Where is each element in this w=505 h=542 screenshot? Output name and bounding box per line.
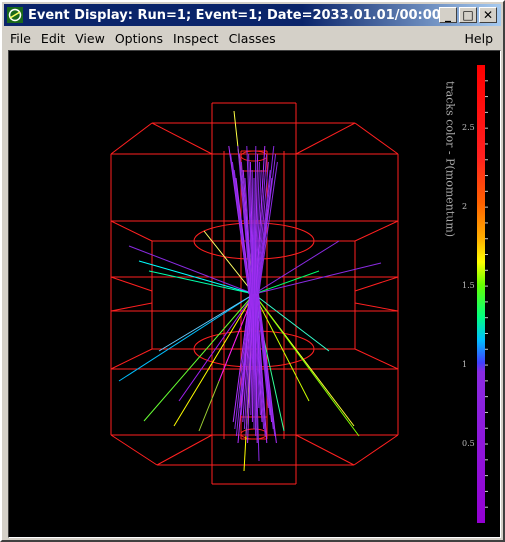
- scale-label-1: 1: [462, 360, 468, 370]
- detector-edge: [354, 220, 399, 242]
- particle-track: [253, 270, 320, 295]
- detector-edge: [295, 122, 356, 155]
- detector-edge: [354, 348, 399, 370]
- particle-track: [158, 293, 255, 352]
- close-button[interactable]: ✕: [479, 7, 497, 23]
- menu-file[interactable]: File: [6, 31, 35, 46]
- detector-ring: [240, 150, 268, 162]
- title-bar[interactable]: Event Display: Run=1; Event=1; Date=2033…: [4, 4, 501, 26]
- minimize-button[interactable]: _: [439, 7, 457, 23]
- detector-edge: [151, 122, 213, 155]
- menu-classes[interactable]: Classes: [225, 31, 280, 46]
- scale-label-0-5: 0.5: [462, 439, 475, 449]
- detector-edge: [354, 302, 399, 312]
- menu-view[interactable]: View: [71, 31, 109, 46]
- detector-scene: [110, 65, 488, 523]
- detector-edge: [354, 122, 399, 155]
- event-display-window: Event Display: Run=1; Event=1; Date=2033…: [0, 0, 505, 542]
- detector-edge: [110, 220, 153, 242]
- detector-edge: [110, 276, 153, 292]
- event-display-canvas[interactable]: tracks color - P(momentum) 2.5 2 1.5 1 0…: [8, 50, 501, 538]
- scale-label-2: 2: [462, 202, 468, 212]
- detector-edge: [110, 302, 153, 312]
- menu-inspect[interactable]: Inspect: [169, 31, 223, 46]
- maximize-button[interactable]: □: [459, 7, 477, 23]
- particle-track: [253, 293, 330, 352]
- window-title: Event Display: Run=1; Event=1; Date=2033…: [28, 7, 439, 23]
- detector-edge: [110, 348, 153, 370]
- detector-edge: [354, 276, 399, 292]
- scale-label-2-5: 2.5: [462, 123, 475, 133]
- detector-ring: [240, 428, 268, 440]
- window-controls: _ □ ✕: [439, 7, 497, 23]
- scale-label-1-5: 1.5: [462, 281, 475, 291]
- menu-edit[interactable]: Edit: [37, 31, 69, 46]
- menu-help[interactable]: Help: [461, 31, 498, 46]
- color-scale-ticks: [485, 80, 488, 508]
- scale-gradient-bar: [477, 65, 485, 523]
- detector-edge: [110, 434, 158, 466]
- particle-track: [118, 293, 255, 382]
- detector-edge: [110, 122, 153, 155]
- color-scale-bar: [477, 65, 485, 523]
- detector-edge: [156, 434, 213, 466]
- color-scale-title: tracks color - P(momentum): [443, 81, 457, 238]
- menu-bar: File Edit View Options Inspect Classes H…: [4, 28, 501, 48]
- particle-track: [253, 262, 382, 295]
- menu-options[interactable]: Options: [111, 31, 167, 46]
- app-icon: [7, 7, 23, 23]
- detector-edge: [353, 434, 399, 466]
- detector-edge: [295, 434, 355, 466]
